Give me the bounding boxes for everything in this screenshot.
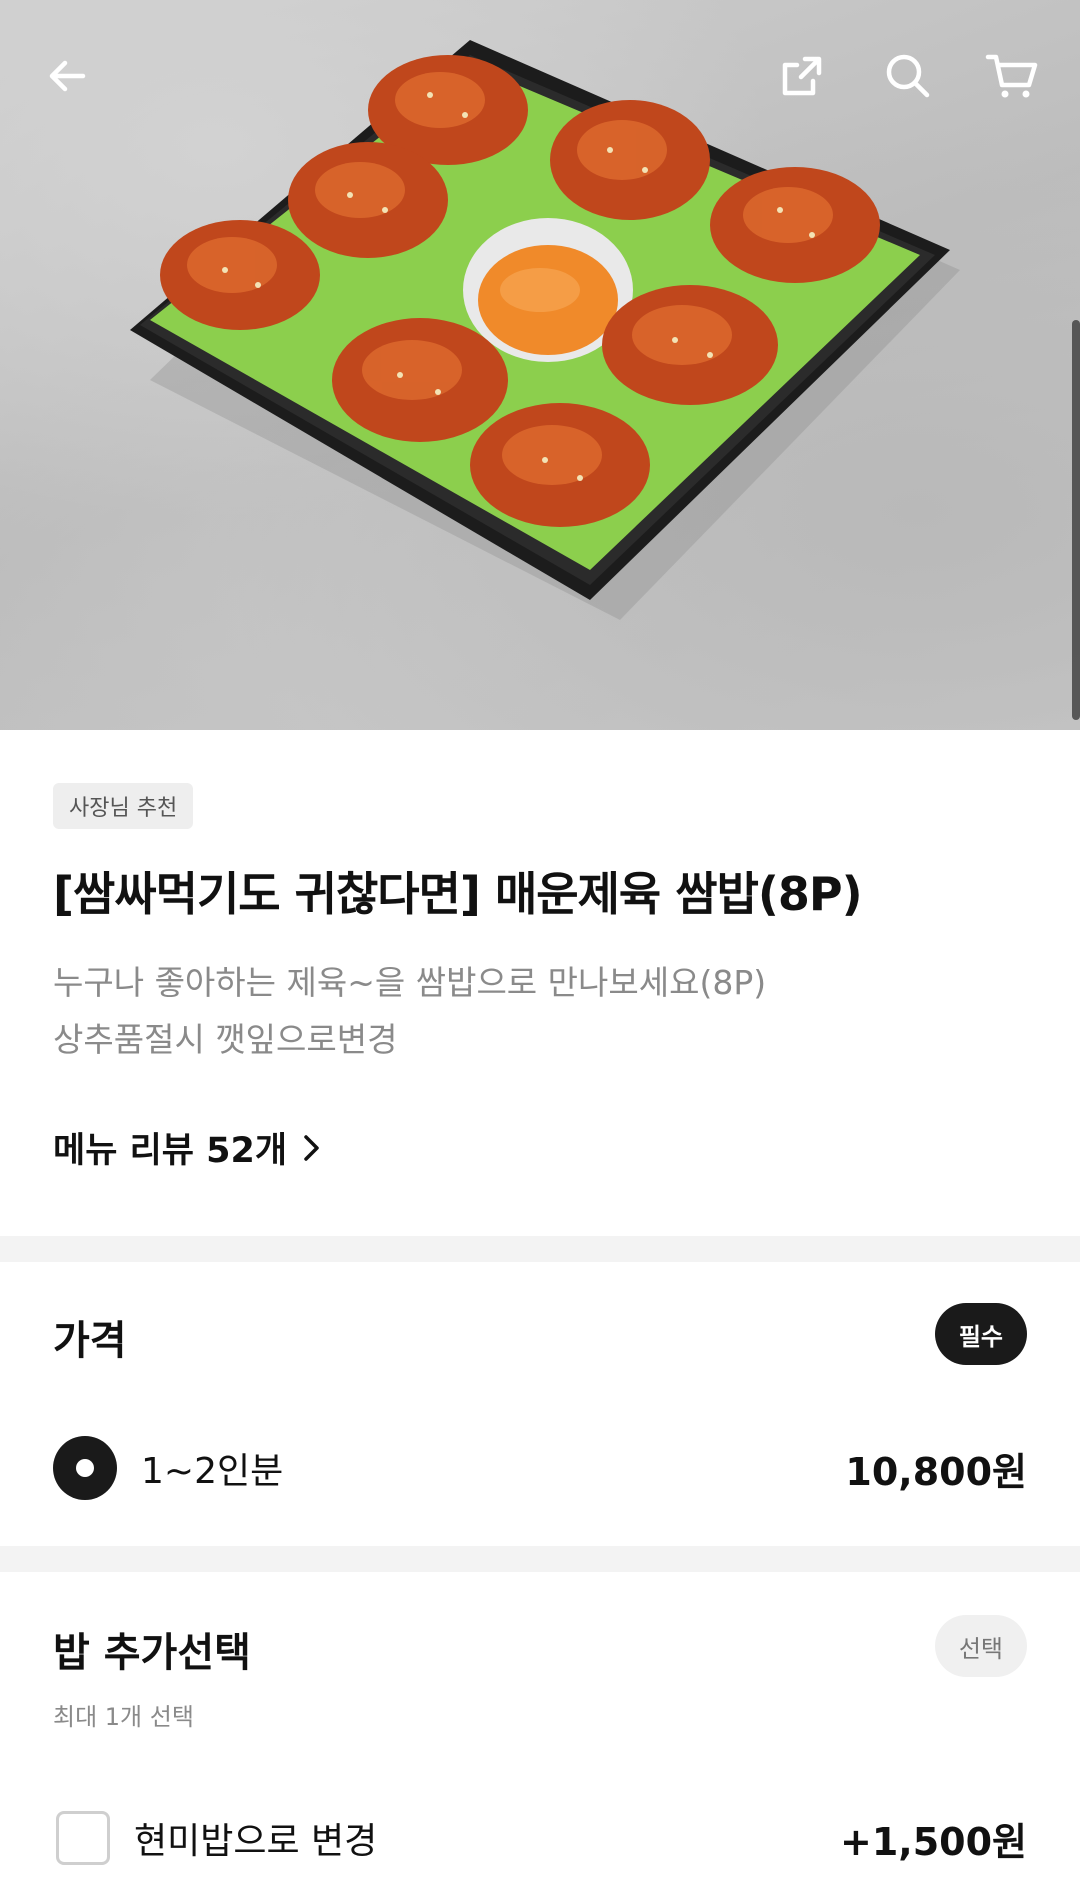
max-select-hint: 최대 1개 선택 (53, 1703, 194, 1731)
product-image (0, 0, 1080, 730)
scrollbar[interactable] (1072, 320, 1080, 720)
cart-button[interactable] (976, 40, 1048, 112)
share-icon (782, 56, 822, 96)
section-divider (0, 1236, 1080, 1262)
chevron-right-icon (304, 1134, 319, 1161)
rice-section-title: 밥 추가선택 (53, 1630, 251, 1676)
search-button[interactable] (872, 40, 944, 112)
rice-option-1[interactable]: 현미밥으로 변경 +1,500원 (53, 1806, 1027, 1870)
optional-badge: 선택 (934, 1615, 1027, 1677)
back-button[interactable] (32, 40, 104, 112)
owner-recommend-badge: 사장님 추천 (53, 783, 194, 829)
menu-review-link[interactable]: 메뉴 리뷰 52개 (53, 1122, 323, 1173)
option-price: +1,500원 (840, 1819, 1027, 1864)
checkbox-unchecked[interactable] (56, 1811, 110, 1865)
radio-selected[interactable] (53, 1436, 117, 1500)
option-label: 현미밥으로 변경 (134, 1821, 378, 1862)
product-description: 누구나 좋아하는 제육~을 쌈밥으로 만나보세요(8P) (53, 963, 767, 1002)
cart-icon (985, 54, 1038, 98)
product-title: [쌈싸먹기도 귀찮다면] 매운제육 쌈밥(8P) (53, 867, 863, 921)
search-icon (886, 54, 930, 98)
product-info: 사장님 추천 [쌈싸먹기도 귀찮다면] 매운제육 쌈밥(8P) 누구나 좋아하는… (0, 730, 1080, 1236)
product-notice: 상추품절시 깻잎으로변경 (53, 1020, 398, 1059)
arrow-left-icon (49, 60, 86, 92)
option-price: 10,800원 (845, 1449, 1027, 1494)
option-label: 1~2인분 (141, 1451, 284, 1492)
section-divider (0, 1546, 1080, 1572)
review-count-label: 메뉴 리뷰 52개 (53, 1131, 288, 1171)
required-badge: 필수 (934, 1303, 1027, 1365)
share-button[interactable] (766, 40, 838, 112)
price-option-1[interactable]: 1~2인분 10,800원 (53, 1436, 1027, 1500)
price-section-title: 가격 (53, 1318, 127, 1364)
